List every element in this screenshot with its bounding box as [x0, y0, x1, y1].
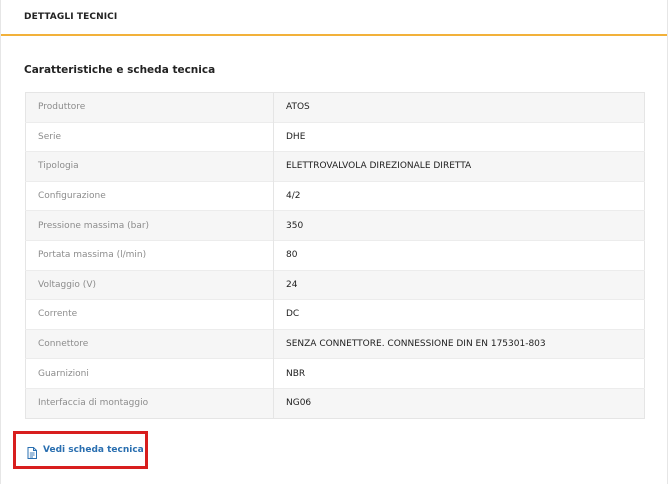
spec-value: SENZA CONNETTORE. CONNESSIONE DIN EN 175…: [273, 328, 645, 359]
table-row: Serie DHE: [25, 121, 645, 152]
spec-label: Pressione massima (bar): [25, 210, 274, 241]
spec-value: DHE: [273, 121, 645, 152]
spec-label: Produttore: [25, 92, 274, 123]
spec-label: Interfaccia di montaggio: [25, 387, 274, 419]
table-row: Pressione massima (bar) 350: [25, 210, 645, 241]
spec-label: Connettore: [25, 328, 274, 359]
spec-label: Tipologia: [25, 151, 274, 182]
spec-value: 4/2: [273, 180, 645, 211]
spec-value: 24: [273, 269, 645, 300]
spec-value: NBR: [273, 358, 645, 389]
spec-value: 350: [273, 210, 645, 241]
card-header: DETTAGLI TECNICI: [1, 0, 667, 36]
spec-value: NG06: [273, 387, 645, 419]
spec-value: ATOS: [273, 92, 645, 123]
spec-label: Configurazione: [25, 180, 274, 211]
table-row: Tipologia ELETTROVALVOLA DIREZIONALE DIR…: [25, 151, 645, 182]
spec-label: Corrente: [25, 299, 274, 330]
table-row: Guarnizioni NBR: [25, 358, 645, 389]
table-row: Voltaggio (V) 24: [25, 269, 645, 300]
view-datasheet-link[interactable]: Vedi scheda tecnica: [13, 431, 148, 469]
spec-value: DC: [273, 299, 645, 330]
view-datasheet-label: Vedi scheda tecnica: [43, 445, 144, 455]
table-row: Configurazione 4/2: [25, 180, 645, 211]
card-title: DETTAGLI TECNICI: [24, 12, 118, 22]
spec-label: Portata massima (l/min): [25, 239, 274, 271]
spec-value: ELETTROVALVOLA DIREZIONALE DIRETTA: [273, 151, 645, 182]
table-row: Interfaccia di montaggio NG06: [25, 387, 645, 419]
spec-label: Serie: [25, 121, 274, 152]
specs-table: Produttore ATOS Serie DHE Tipologia ELET…: [25, 92, 645, 419]
table-row: Produttore ATOS: [25, 92, 645, 123]
spec-label: Voltaggio (V): [25, 269, 274, 300]
table-row: Connettore SENZA CONNETTORE. CONNESSIONE…: [25, 328, 645, 359]
technical-details-card: DETTAGLI TECNICI Caratteristiche e sched…: [0, 0, 668, 484]
table-row: Portata massima (l/min) 80: [25, 239, 645, 271]
spec-label: Guarnizioni: [25, 358, 274, 389]
spec-value: 80: [273, 239, 645, 271]
section-title: Caratteristiche e scheda tecnica: [24, 64, 216, 76]
table-row: Corrente DC: [25, 299, 645, 330]
document-icon: [27, 444, 37, 459]
